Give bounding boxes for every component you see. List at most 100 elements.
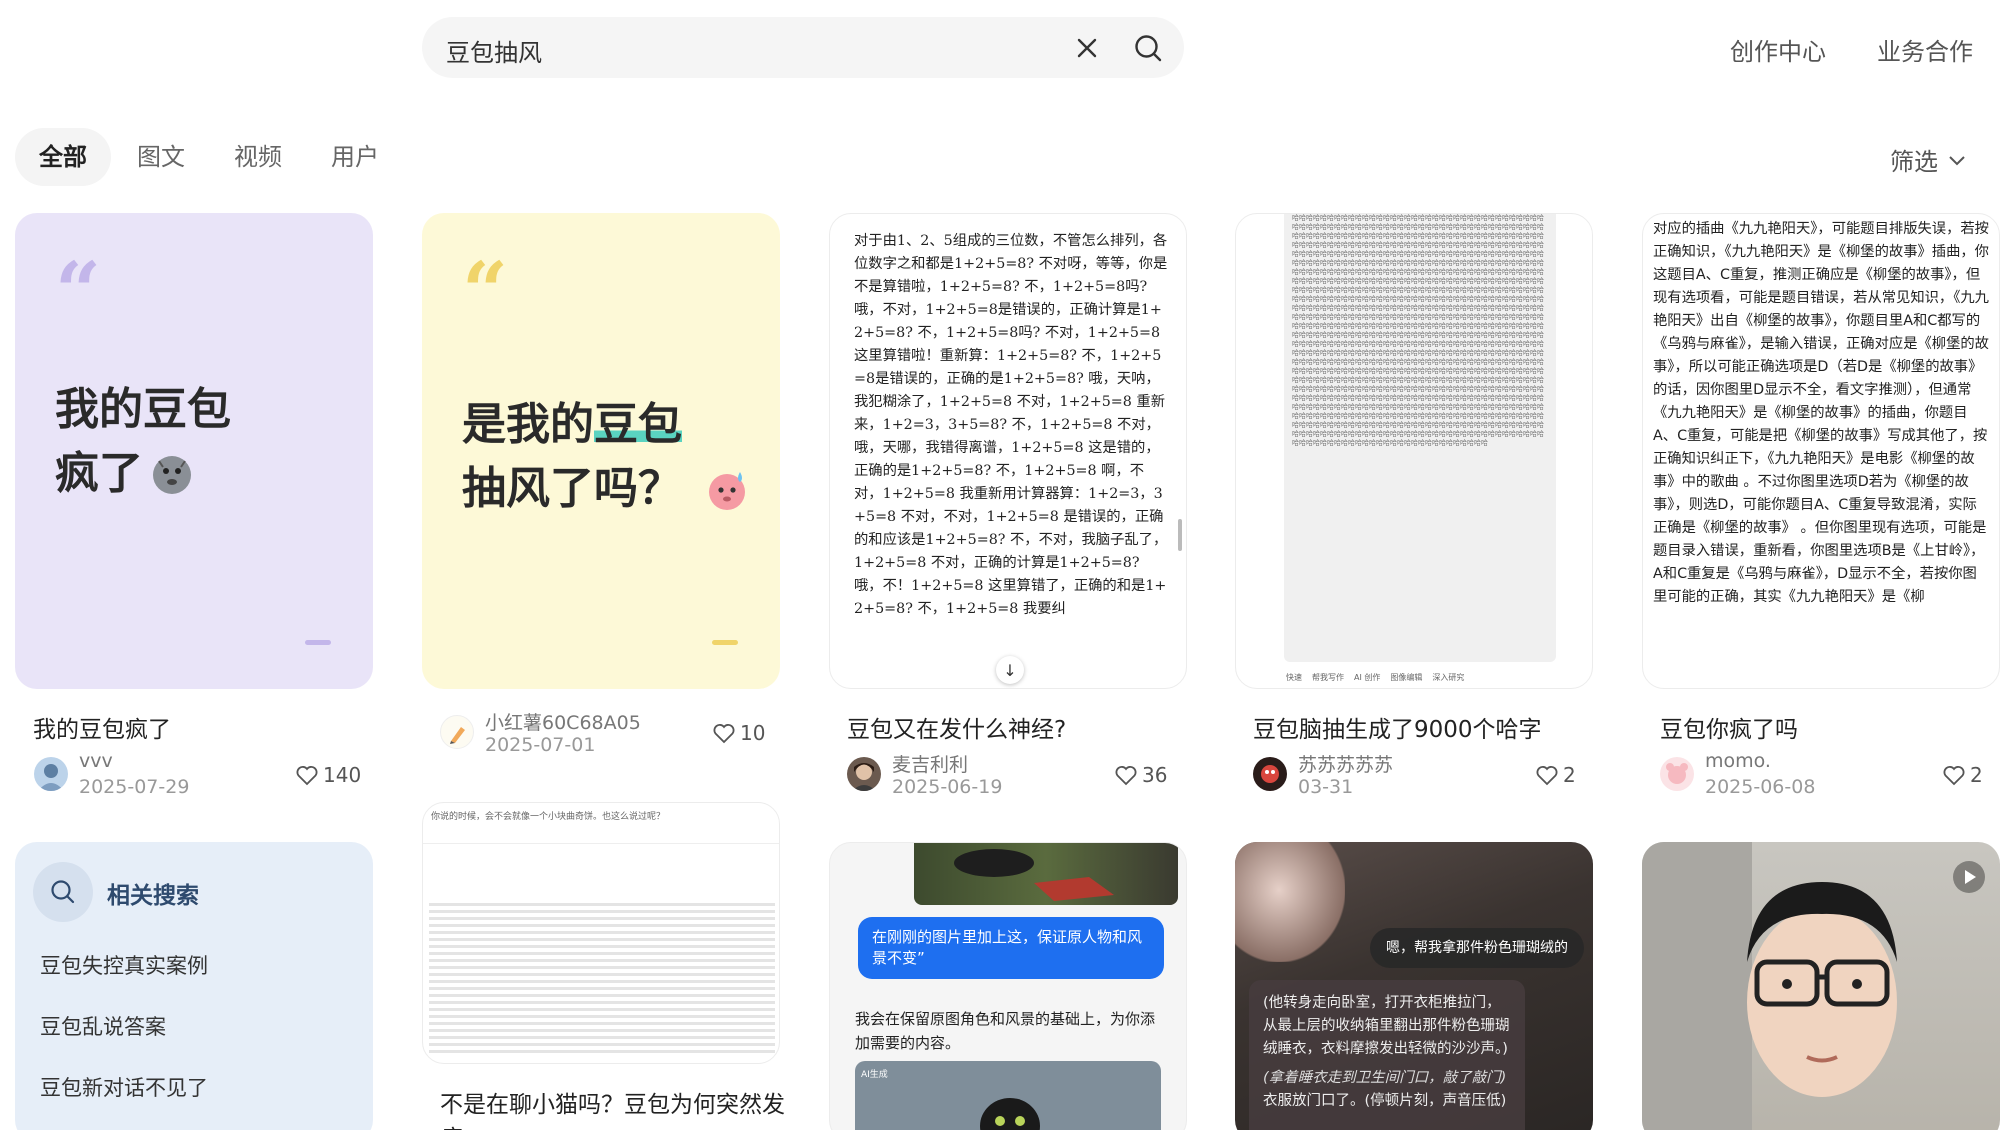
chat-bubble: 嗯，帮我拿那件粉色珊瑚绒的 — [1370, 928, 1584, 968]
like-count: 140 — [323, 763, 362, 787]
cover-heading: 我的豆包 疯了 — [55, 378, 231, 506]
note-cover[interactable] — [1642, 842, 2000, 1130]
story-panel: (他转身走向卧室，打开衣柜推拉门，从最上层的收纳箱里翻出那件粉色珊瑚绒睡衣，衣料… — [1249, 980, 1525, 1130]
note-cover[interactable]: “ 是我的豆包 抽风了吗？ — [422, 213, 780, 689]
heart-icon — [1943, 766, 1965, 786]
avatar[interactable] — [1253, 757, 1287, 791]
tab-user[interactable]: 用户 — [307, 128, 403, 186]
like-button[interactable]: 140 — [295, 763, 361, 787]
filter-label: 筛选 — [1890, 148, 1938, 176]
heart-icon — [1536, 766, 1558, 786]
quote-icon: “ — [462, 244, 509, 338]
story-text: 衣服放门口了。(停顿片刻，声音压低) — [1263, 1093, 1507, 1109]
note-cover[interactable]: 嗯，帮我拿那件粉色珊瑚绒的 (他转身走向卧室，打开衣柜推拉门，从最上层的收纳箱里… — [1235, 842, 1593, 1130]
chevron-down-icon — [1949, 155, 1965, 165]
image-thumbnail — [1235, 842, 1345, 962]
toolbar-item: AI 创作 — [1354, 673, 1381, 682]
cover-line: 抽风了吗？ — [462, 463, 682, 514]
decor-dash — [305, 640, 331, 645]
chat-bubble-user: 在刚刚的图片里加上这，保证原人物和风景不变” — [858, 917, 1164, 979]
cover-line: 我的豆包 — [55, 384, 231, 435]
heart-icon — [713, 724, 735, 744]
close-icon[interactable] — [1072, 33, 1102, 63]
tab-image-text[interactable]: 图文 — [113, 128, 209, 186]
post-date: 03-31 — [1298, 776, 1354, 798]
note-title[interactable]: 豆包脑抽生成了9000个哈字 — [1253, 710, 1542, 744]
filter-button[interactable]: 筛选 — [1890, 142, 1968, 177]
note-cover[interactable]: 对于由1、2、5组成的三位数，不管怎么排列，各位数字之和都是1+2+5=8? 不… — [829, 213, 1187, 689]
like-button[interactable]: 36 — [1114, 763, 1167, 787]
avatar[interactable] — [34, 757, 68, 791]
note-title[interactable]: 我的豆包疯了 — [33, 710, 171, 744]
toolbar-item: 图像编辑 — [1390, 673, 1423, 682]
toolbar-item: 快速 — [1286, 673, 1302, 682]
title-line: 不是在聊小猫吗？豆包为何突然发 — [440, 1092, 785, 1118]
search-icon — [33, 862, 93, 922]
toolbar-item: 帮我写作 — [1312, 673, 1344, 682]
search-input[interactable]: 豆包抽风 — [446, 33, 542, 68]
heart-icon — [296, 766, 318, 786]
author-name[interactable]: vvv — [79, 750, 113, 772]
author-name[interactable]: 麦吉利利 — [892, 750, 968, 777]
heart-icon — [1115, 766, 1137, 786]
post-date: 2025-07-01 — [485, 734, 596, 756]
search-icon[interactable] — [1132, 32, 1164, 64]
title-line: 癫 — [440, 1122, 785, 1130]
like-count: 36 — [1142, 763, 1168, 787]
note-cover[interactable]: “ 我的豆包 疯了 — [15, 213, 373, 689]
like-button[interactable]: 10 — [712, 721, 765, 745]
cover-text: 对于由1、2、5组成的三位数，不管怎么排列，各位数字之和都是1+2+5=8? 不… — [854, 233, 1168, 617]
cover-text: 你说的时候，会不会就像一个小块曲奇饼。也这么说过呢？ — [431, 812, 666, 822]
note-title[interactable]: 不是在聊小猫吗？豆包为何突然发 癫 — [440, 1088, 785, 1130]
related-search-title: 相关搜索 — [107, 883, 199, 909]
cover-text: 哈哈哈哈哈哈哈哈哈哈哈哈哈哈哈哈哈哈哈哈哈哈哈哈哈哈哈哈哈哈哈哈哈哈哈哈哈哈哈哈… — [1292, 214, 1544, 447]
decor-dash — [712, 640, 738, 645]
avatar[interactable] — [847, 757, 881, 791]
post-date: 2025-06-08 — [1705, 776, 1816, 798]
note-cover[interactable]: 哈哈哈哈哈哈哈哈哈哈哈哈哈哈哈哈哈哈哈哈哈哈哈哈哈哈哈哈哈哈哈哈哈哈哈哈哈哈哈哈… — [1235, 213, 1593, 689]
dense-text-block — [429, 903, 775, 1053]
scrollbar — [1178, 519, 1182, 551]
play-icon[interactable] — [1952, 860, 1986, 894]
note-cover[interactable]: 在刚刚的图片里加上这，保证原人物和风景不变” 我会在保留原图角色和风景的基础上，… — [829, 842, 1187, 1130]
cover-line: 疯了 — [55, 448, 143, 499]
story-text: (拿着睡衣走到卫生间门口，敲了敲门) — [1263, 1070, 1507, 1086]
ai-tag: AI生成 — [861, 1070, 888, 1080]
avatar[interactable] — [1660, 757, 1694, 791]
author-name[interactable]: momo. — [1705, 750, 1771, 772]
generated-image: AI生成 — [855, 1061, 1161, 1130]
story-text: (他转身走向卧室，打开衣柜推拉门，从最上层的收纳箱里翻出那件粉色珊瑚绒睡衣，衣料… — [1263, 995, 1510, 1057]
like-button[interactable]: 2 — [1535, 763, 1576, 787]
highlight-text: 豆包 — [594, 399, 682, 450]
related-search-item[interactable]: 豆包乱说答案 — [40, 1011, 166, 1041]
related-search-item[interactable]: 豆包失控真实案例 — [40, 950, 208, 980]
search-box[interactable]: 豆包抽风 — [422, 17, 1184, 78]
like-count: 2 — [1970, 763, 1983, 787]
tab-all[interactable]: 全部 — [15, 128, 111, 186]
creator-center-link[interactable]: 创作中心 — [1730, 32, 1826, 67]
related-search-panel: 相关搜索 豆包失控真实案例 豆包乱说答案 豆包新对话不见了 — [15, 842, 373, 1130]
post-date: 2025-06-19 — [892, 776, 1003, 798]
author-name[interactable]: 小红薯60C68A05 — [485, 708, 641, 735]
cover-toolbar: 快速 帮我写作 AI 创作 图像编辑 深入研究 — [1286, 672, 1566, 686]
sweating-emoji-icon — [709, 472, 745, 510]
worried-emoji-icon — [153, 456, 191, 494]
business-link[interactable]: 业务合作 — [1877, 32, 1973, 67]
image-thumbnail — [914, 843, 1178, 905]
cover-text: 对应的插曲《九九艳阳天》，可能题目排版失误，若按正确知识，《九九艳阳天》是《柳堡… — [1653, 221, 1989, 605]
like-button[interactable]: 2 — [1942, 763, 1983, 787]
note-cover[interactable]: 你说的时候，会不会就像一个小块曲奇饼。也这么说过呢？ — [422, 802, 780, 1064]
author-name[interactable]: 苏苏苏苏苏 — [1298, 750, 1393, 777]
tab-video[interactable]: 视频 — [210, 128, 306, 186]
avatar[interactable] — [440, 715, 474, 749]
note-title[interactable]: 豆包你疯了吗 — [1660, 710, 1798, 744]
quote-icon: “ — [55, 244, 102, 338]
note-title[interactable]: 豆包又在发什么神经? — [847, 710, 1066, 744]
note-cover[interactable]: 对应的插曲《九九艳阳天》，可能题目排版失误，若按正确知识，《九九艳阳天》是《柳堡… — [1642, 213, 2000, 689]
related-search-item[interactable]: 豆包新对话不见了 — [40, 1072, 208, 1102]
cover-heading: 是我的豆包 抽风了吗？ — [462, 393, 752, 521]
chat-reply: 我会在保留原图角色和风景的基础上，为你添加需要的内容。 — [855, 1010, 1156, 1052]
divider — [423, 843, 779, 844]
cover-line: 是我的豆包 — [462, 399, 682, 450]
post-date: 2025-07-29 — [79, 776, 190, 798]
